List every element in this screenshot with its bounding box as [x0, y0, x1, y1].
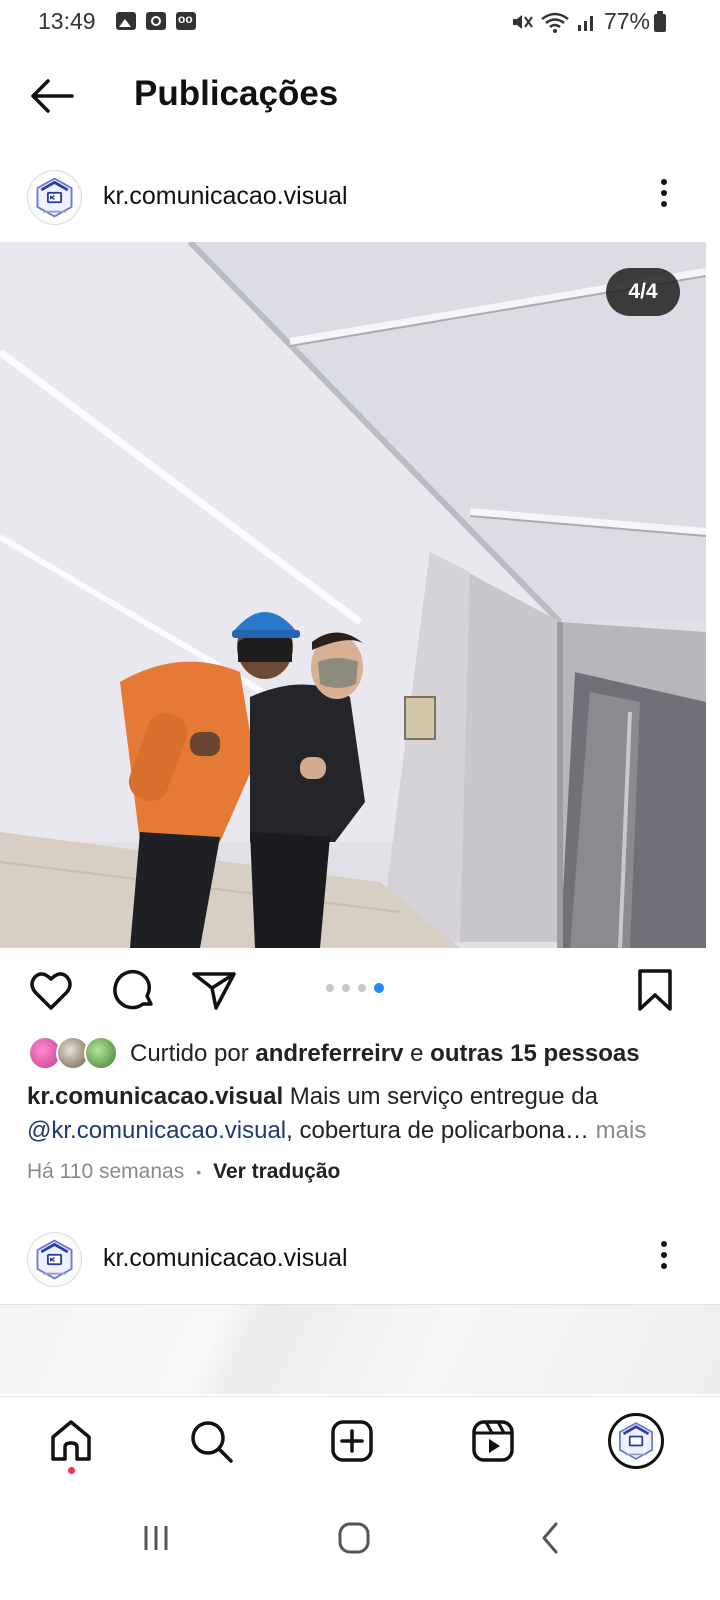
caption-more-link[interactable]: mais — [589, 1117, 647, 1144]
separator-dot: • — [196, 1164, 202, 1180]
avatar[interactable] — [27, 170, 82, 225]
bookmark-icon[interactable] — [631, 966, 679, 1014]
carousel-dot — [342, 984, 350, 992]
caption-text: Mais um serviço entregue da — [283, 1083, 598, 1110]
post-meta: Há 110 semanas • Ver tradução — [27, 1160, 340, 1184]
share-icon[interactable] — [190, 966, 238, 1014]
logo-icon — [36, 177, 73, 218]
voicemail-icon — [176, 12, 196, 30]
page-title: Publicações — [134, 74, 339, 113]
wifi-icon — [541, 12, 569, 33]
likes-row[interactable]: Curtido por andreferreirv e outras 15 pe… — [28, 1034, 640, 1074]
liker-avatars — [28, 1036, 120, 1072]
carousel-dot-active — [374, 983, 384, 993]
post-caption: kr.comunicacao.visual Mais um serviço en… — [27, 1080, 697, 1148]
post-photo[interactable]: 4/4 — [0, 242, 706, 948]
bottom-navigation — [0, 1396, 720, 1486]
likes-others[interactable]: outras 15 pessoas — [430, 1040, 639, 1067]
caption-mention[interactable]: @kr.comunicacao.visual — [27, 1117, 286, 1144]
notification-dot — [68, 1467, 75, 1474]
create-post-icon[interactable] — [328, 1417, 376, 1465]
image-icon — [116, 12, 136, 30]
home-icon[interactable] — [47, 1417, 95, 1465]
translate-link[interactable]: Ver tradução — [213, 1160, 340, 1184]
carousel-counter: 4/4 — [606, 268, 680, 316]
next-post-photo[interactable] — [0, 1304, 720, 1394]
status-notification-icons — [116, 12, 196, 30]
next-post-header: kr.comunicacao.visual — [0, 1224, 720, 1296]
battery-percent: 77% — [603, 8, 650, 34]
liker-username[interactable]: andreferreirv — [255, 1040, 403, 1067]
home-button-icon[interactable] — [324, 1508, 384, 1568]
back-button-icon[interactable] — [520, 1508, 580, 1568]
recent-apps-icon[interactable] — [126, 1508, 186, 1568]
carousel-dot — [326, 984, 334, 992]
carousel-indicator — [326, 983, 384, 993]
logo-icon — [619, 1422, 653, 1460]
status-system-icons: 77% — [510, 8, 670, 35]
comment-icon[interactable] — [109, 966, 157, 1014]
post-actions — [0, 958, 720, 1022]
back-arrow-icon[interactable] — [28, 76, 76, 116]
likes-conjunction: e — [403, 1040, 431, 1067]
post-time: Há 110 semanas — [27, 1160, 185, 1183]
avatar[interactable] — [27, 1232, 82, 1287]
post-username[interactable]: kr.comunicacao.visual — [103, 1244, 348, 1273]
status-bar: 13:49 77% — [0, 0, 720, 46]
signal-icon — [577, 15, 593, 31]
likes-text: Curtido por andreferreirv e outras 15 pe… — [130, 1040, 640, 1068]
page-header: Publicações — [0, 60, 720, 132]
caption-username[interactable]: kr.comunicacao.visual — [27, 1083, 283, 1110]
avatar — [84, 1036, 118, 1070]
post-header: kr.comunicacao.visual — [0, 162, 720, 234]
more-options-icon[interactable] — [652, 1236, 676, 1284]
search-icon[interactable] — [187, 1417, 235, 1465]
post-username[interactable]: kr.comunicacao.visual — [103, 182, 348, 211]
caption-text-2: , cobertura de policarbona… — [286, 1117, 589, 1144]
post-photo-image — [0, 242, 706, 948]
profile-avatar[interactable] — [608, 1413, 664, 1469]
logo-icon — [36, 1239, 73, 1280]
mute-icon — [512, 14, 533, 29]
carousel-dot — [358, 984, 366, 992]
more-options-icon[interactable] — [652, 174, 676, 222]
battery-icon — [654, 11, 666, 32]
reels-icon[interactable] — [469, 1417, 517, 1465]
system-navigation — [0, 1486, 720, 1600]
heart-icon[interactable] — [27, 966, 75, 1014]
clock-icon — [146, 12, 166, 30]
likes-prefix: Curtido por — [130, 1040, 256, 1067]
status-time: 13:49 — [38, 8, 96, 34]
